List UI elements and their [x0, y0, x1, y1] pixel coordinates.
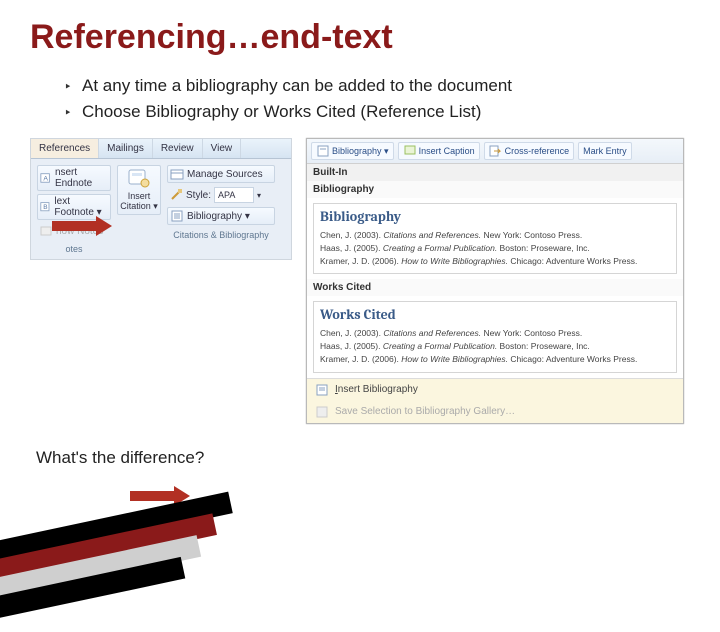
dropdown-top-toolbar: Bibliography ▾ Insert Caption Cross-refe…	[307, 139, 683, 164]
save-icon	[315, 405, 329, 419]
save-selection-button: Save Selection to Bibliography Gallery…	[307, 401, 683, 423]
label: lext Footnote ▾	[54, 196, 108, 218]
label: Manage Sources	[187, 169, 263, 180]
bibliography-button[interactable]: Bibliography ▾	[167, 207, 275, 225]
label: Save Selection to Bibliography Gallery…	[335, 406, 515, 417]
label: Cross-reference	[505, 146, 570, 156]
built-in-label: Built-In	[307, 164, 683, 181]
corner-decoration	[0, 496, 244, 632]
dd-bibliography-button[interactable]: Bibliography ▾	[311, 142, 394, 160]
tab-references[interactable]: References	[31, 139, 99, 158]
label: nsert Endnote	[55, 167, 108, 189]
insert-citation-button[interactable]: Insert Citation ▾	[117, 165, 161, 215]
style-value[interactable]: APA	[214, 187, 254, 203]
tab-mailings[interactable]: Mailings	[99, 139, 153, 158]
page-title: Referencing…end-text	[30, 18, 690, 57]
reference-line: Kramer, J. D. (2006). How to Write Bibli…	[320, 353, 670, 366]
style-selector[interactable]: Style: APA ▾	[167, 186, 275, 204]
chevron-down-icon[interactable]: ▾	[257, 191, 261, 200]
ribbon-tabs: References Mailings Review View	[31, 139, 291, 159]
label: Bibliography ▾	[187, 211, 250, 222]
style-icon	[169, 188, 183, 202]
bibliography-dropdown: Bibliography ▾ Insert Caption Cross-refe…	[306, 138, 684, 424]
group-label-citations: Citations & Bibliography	[167, 228, 275, 243]
bullet-text: Choose Bibliography or Works Cited (Refe…	[82, 99, 481, 125]
card-heading: Works Cited	[307, 279, 683, 296]
card-title: Works Cited	[320, 306, 670, 323]
footnote-icon: B	[40, 200, 51, 214]
bullet-item: ‣ At any time a bibliography can be adde…	[64, 73, 690, 99]
bibliography-icon	[316, 144, 330, 158]
notes-icon	[39, 224, 53, 238]
reference-line: Chen, J. (2003). Citations and Reference…	[320, 229, 670, 242]
screenshots-row: References Mailings Review View A nsert …	[30, 138, 690, 424]
citation-icon	[127, 168, 151, 190]
endnote-icon: A	[40, 171, 52, 185]
crossref-icon	[489, 144, 503, 158]
bullet-item: ‣ Choose Bibliography or Works Cited (Re…	[64, 99, 690, 125]
bibliography-icon	[315, 383, 329, 397]
label: Bibliography ▾	[332, 146, 389, 157]
card-heading: Bibliography	[307, 181, 683, 198]
tab-review[interactable]: Review	[153, 139, 203, 158]
caption-icon	[403, 144, 417, 158]
label: Mark Entry	[583, 146, 627, 156]
red-arrow-icon	[52, 216, 112, 236]
reference-line: Haas, J. (2005). Creating a Formal Publi…	[320, 242, 670, 255]
works-cited-card[interactable]: Works Cited Chen, J. (2003). Citations a…	[313, 301, 677, 372]
insert-endnote-button[interactable]: A nsert Endnote	[37, 165, 111, 191]
cross-reference-button[interactable]: Cross-reference	[484, 142, 575, 160]
bibliography-icon	[170, 209, 184, 223]
bullet-marker: ‣	[64, 103, 82, 123]
bullet-marker: ‣	[64, 77, 82, 97]
bibliography-card[interactable]: Bibliography Chen, J. (2003). Citations …	[313, 203, 677, 274]
reference-line: Kramer, J. D. (2006). How to Write Bibli…	[320, 255, 670, 268]
insert-caption-button[interactable]: Insert Caption	[398, 142, 480, 160]
manage-sources-button[interactable]: Manage Sources	[167, 165, 275, 183]
label: Insert Citation ▾	[120, 192, 158, 212]
mark-entry-button[interactable]: Mark Entry	[578, 142, 632, 160]
bullet-list: ‣ At any time a bibliography can be adde…	[64, 73, 690, 124]
style-label: Style:	[186, 190, 211, 201]
label: Insert Caption	[419, 146, 475, 156]
card-title: Bibliography	[320, 208, 670, 225]
reference-line: Haas, J. (2005). Creating a Formal Publi…	[320, 340, 670, 353]
tab-view[interactable]: View	[203, 139, 242, 158]
svg-text:B: B	[43, 204, 47, 211]
svg-text:A: A	[43, 176, 48, 183]
manage-icon	[170, 167, 184, 181]
bullet-text: At any time a bibliography can be added …	[82, 73, 512, 99]
slide: Referencing…end-text ‣ At any time a bib…	[0, 0, 720, 540]
word-ribbon: References Mailings Review View A nsert …	[30, 138, 292, 260]
group-label-notes: otes	[37, 242, 111, 257]
dropdown-footer: Insert Insert BibliographyBibliography S…	[307, 378, 683, 423]
insert-bibliography-button[interactable]: Insert Insert BibliographyBibliography	[307, 379, 683, 401]
label: Insert Insert BibliographyBibliography	[335, 384, 418, 395]
question-text: What's the difference?	[36, 448, 690, 468]
reference-line: Chen, J. (2003). Citations and Reference…	[320, 327, 670, 340]
